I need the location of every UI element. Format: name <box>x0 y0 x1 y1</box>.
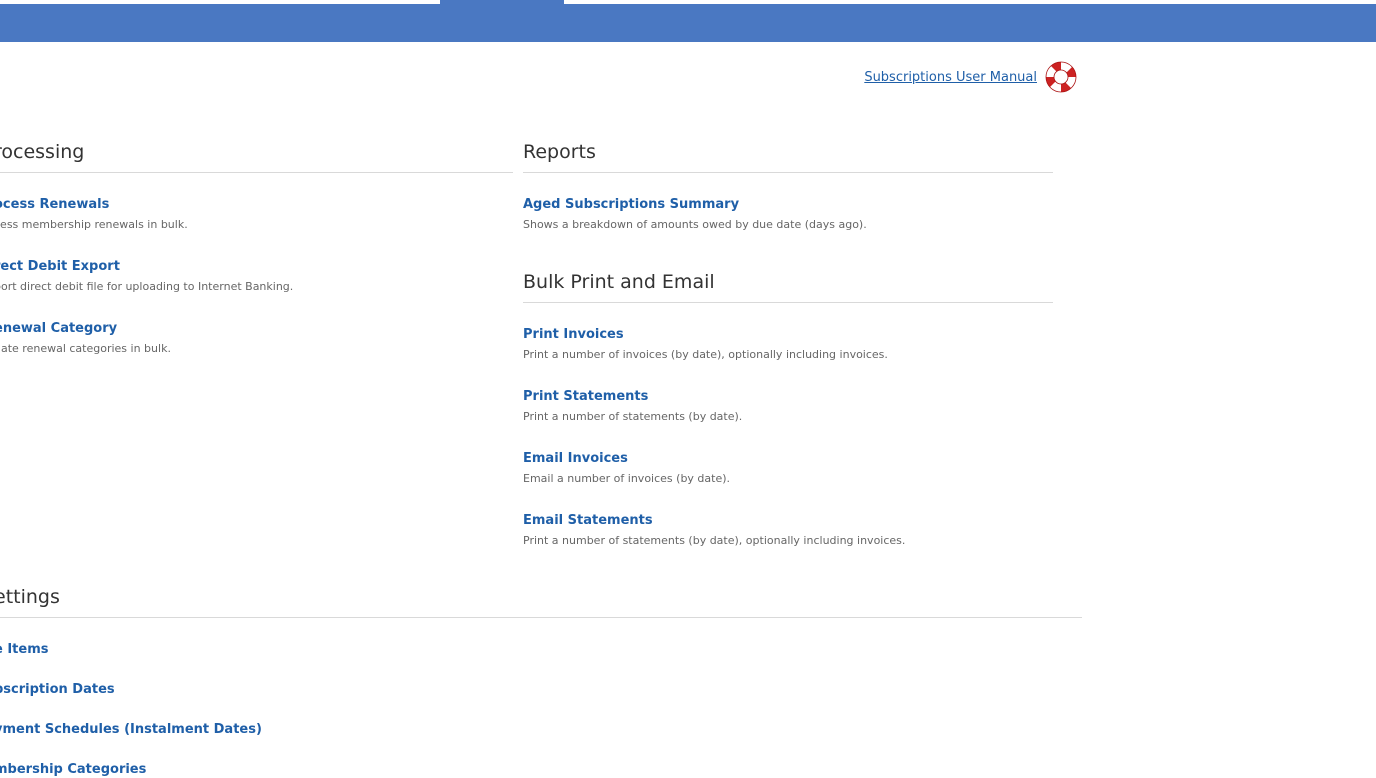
print-statements-desc: Print a number of statements (by date). <box>523 410 743 423</box>
processing-section: rocessing <box>0 141 513 173</box>
aged-subscriptions-summary-desc: Shows a breakdown of amounts owed by due… <box>523 218 867 231</box>
print-invoices-desc: Print a number of invoices (by date), op… <box>523 348 888 361</box>
settings-heading: ettings <box>0 586 1082 618</box>
processing-heading: rocessing <box>0 141 513 173</box>
lifebuoy-icon[interactable] <box>1045 61 1077 93</box>
aged-subscriptions-summary-link[interactable]: Aged Subscriptions Summary <box>523 197 867 213</box>
user-manual-link[interactable]: Subscriptions User Manual <box>864 70 1037 85</box>
top-strip <box>0 0 1376 4</box>
top-nav-bar <box>0 0 1376 42</box>
direct-debit-export-link[interactable]: rect Debit Export <box>0 259 293 275</box>
active-nav-tab[interactable] <box>440 0 564 4</box>
payment-schedules-link[interactable]: yment Schedules (Instalment Dates) <box>0 722 262 738</box>
renewal-category-link[interactable]: enewal Category <box>0 321 171 337</box>
processing-item-direct-debit: rect Debit Export port direct debit file… <box>0 259 293 293</box>
settings-section: ettings <box>0 586 1082 618</box>
settings-line-items-link[interactable]: e Items <box>0 642 49 658</box>
membership-categories-link[interactable]: mbership Categories <box>0 762 146 778</box>
settings-item-2: yment Schedules (Instalment Dates) <box>0 722 262 738</box>
process-renewals-link[interactable]: ocess Renewals <box>0 197 188 213</box>
settings-item-1: bscription Dates <box>0 682 115 698</box>
renewal-category-desc: date renewal categories in bulk. <box>0 342 171 355</box>
subscription-dates-link[interactable]: bscription Dates <box>0 682 115 698</box>
reports-item-aged-summary: Aged Subscriptions Summary Shows a break… <box>523 197 867 231</box>
processing-item-renewal-category: enewal Category date renewal categories … <box>0 321 171 355</box>
bulk-print-email-section: Bulk Print and Email <box>523 271 1053 303</box>
email-invoices-link[interactable]: Email Invoices <box>523 451 730 467</box>
bulk-print-email-heading: Bulk Print and Email <box>523 271 1053 303</box>
reports-section: Reports <box>523 141 1053 173</box>
bulk-item-print-statements: Print Statements Print a number of state… <box>523 389 742 423</box>
settings-item-0: e Items <box>0 642 49 658</box>
bulk-item-print-invoices: Print Invoices Print a number of invoice… <box>523 327 888 361</box>
processing-item-process-renewals: ocess Renewals cess membership renewals … <box>0 197 188 231</box>
direct-debit-export-desc: port direct debit file for uploading to … <box>0 280 294 293</box>
email-invoices-desc: Email a number of invoices (by date). <box>523 472 731 485</box>
user-manual-link-group: Subscriptions User Manual <box>864 61 1077 93</box>
print-statements-link[interactable]: Print Statements <box>523 389 742 405</box>
bulk-item-email-statements: Email Statements Print a number of state… <box>523 513 905 547</box>
bulk-item-email-invoices: Email Invoices Email a number of invoice… <box>523 451 730 485</box>
email-statements-desc: Print a number of statements (by date), … <box>523 534 906 547</box>
reports-heading: Reports <box>523 141 1053 173</box>
settings-item-3: mbership Categories <box>0 762 146 778</box>
email-statements-link[interactable]: Email Statements <box>523 513 905 529</box>
print-invoices-link[interactable]: Print Invoices <box>523 327 888 343</box>
process-renewals-desc: cess membership renewals in bulk. <box>0 218 188 231</box>
